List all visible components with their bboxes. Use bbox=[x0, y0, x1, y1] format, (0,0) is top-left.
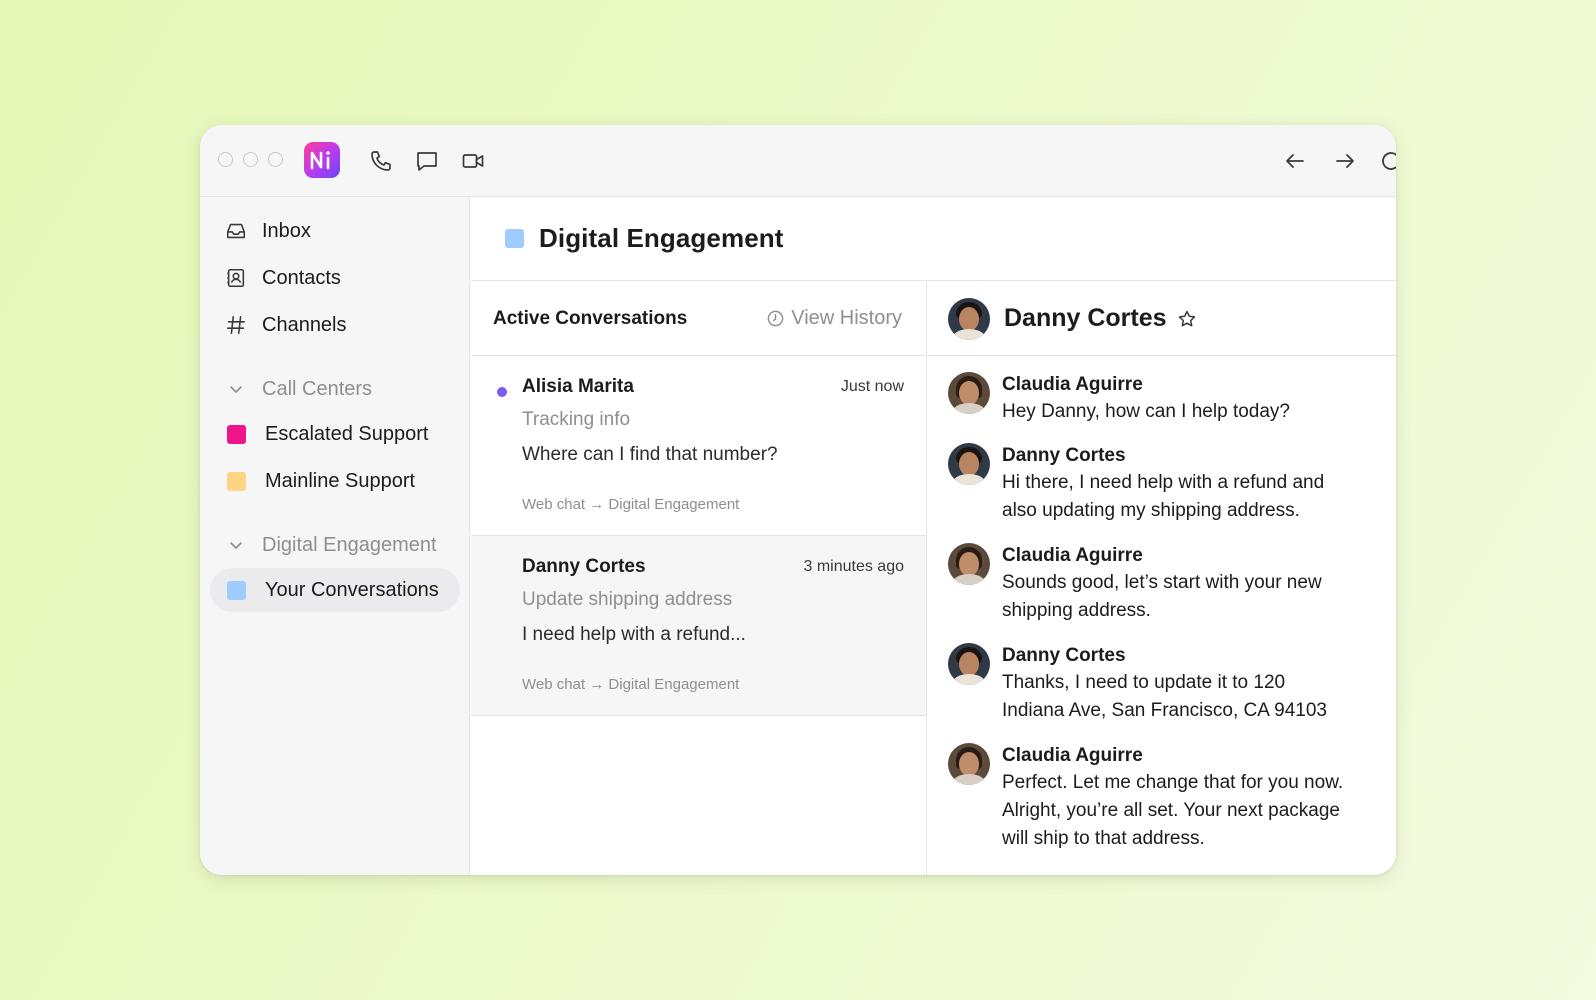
message-text: Hi there, I need help with a refund and … bbox=[1002, 472, 1325, 521]
minimize-window-button[interactable] bbox=[243, 152, 258, 167]
conversation-route: Web chat → Digital Engagement bbox=[522, 496, 740, 513]
chevron-down-icon bbox=[224, 537, 248, 553]
conversation-subject: Tracking info bbox=[522, 409, 631, 430]
chat-bubble-icon[interactable] bbox=[414, 148, 440, 174]
app-logo-icon bbox=[310, 151, 330, 170]
hash-icon bbox=[224, 313, 248, 337]
chat-message: Claudia Aguirre Perfect. Let me change t… bbox=[948, 743, 1376, 853]
conversation-name: Danny Cortes bbox=[522, 556, 646, 577]
view-history-button[interactable]: View History bbox=[766, 307, 902, 330]
conversation-item[interactable]: Danny Cortes 3 minutes ago Update shippi… bbox=[471, 536, 926, 716]
conversation-time: 3 minutes ago bbox=[803, 558, 904, 575]
section-label: Call Centers bbox=[262, 377, 373, 400]
sidebar: Inbox Contacts Channels Call Centers Esc… bbox=[200, 197, 470, 875]
conversation-route: Web chat → Digital Engagement bbox=[522, 676, 740, 693]
message-author: Danny Cortes bbox=[1002, 445, 1126, 466]
conversation-name: Alisia Marita bbox=[522, 376, 634, 397]
sidebar-item-label: Escalated Support bbox=[265, 422, 429, 445]
conversation-time: Just now bbox=[840, 378, 904, 395]
message-author: Danny Cortes bbox=[1002, 645, 1126, 666]
sidebar-item-contacts[interactable]: Contacts bbox=[210, 256, 460, 300]
message-author: Claudia Aguirre bbox=[1002, 374, 1143, 395]
conversation-preview: Where can I find that number? bbox=[522, 444, 778, 465]
section-digital-engagement[interactable]: Digital Engagement bbox=[210, 525, 460, 565]
video-icon[interactable] bbox=[460, 148, 486, 174]
refresh-icon[interactable] bbox=[1378, 148, 1396, 174]
avatar bbox=[948, 372, 990, 414]
color-swatch bbox=[227, 424, 246, 444]
page-title: Digital Engagement bbox=[539, 223, 784, 253]
arrow-left-icon[interactable] bbox=[1282, 148, 1308, 174]
sidebar-item-label: Contacts bbox=[262, 266, 341, 289]
close-window-button[interactable] bbox=[218, 152, 233, 167]
message-text: Perfect. Let me change that for you now.… bbox=[1002, 772, 1344, 849]
main-header: Digital Engagement bbox=[471, 197, 1396, 281]
color-swatch bbox=[227, 580, 246, 600]
conversation-item[interactable]: Alisia Marita Just now Tracking info Whe… bbox=[471, 356, 926, 536]
inbox-icon bbox=[224, 219, 248, 243]
message-text: Thanks, I need to update it to 120 India… bbox=[1002, 672, 1327, 721]
title-bar bbox=[200, 125, 1396, 197]
conversation-list-header: Active Conversations View History bbox=[471, 282, 926, 356]
message-text: Hey Danny, how can I help today? bbox=[1002, 401, 1290, 422]
avatar[interactable] bbox=[948, 297, 990, 340]
arrow-right-icon[interactable] bbox=[1332, 148, 1358, 174]
star-icon[interactable] bbox=[1177, 309, 1197, 329]
chat-header: Danny Cortes bbox=[928, 282, 1396, 356]
conversation-list: Active Conversations View History Alisia… bbox=[471, 282, 927, 875]
app-window: Inbox Contacts Channels Call Centers Esc… bbox=[200, 125, 1396, 875]
sidebar-item-mainline-support[interactable]: Mainline Support bbox=[210, 459, 460, 503]
color-swatch bbox=[227, 471, 246, 491]
chat-message: Claudia Aguirre Sounds good, let’s start… bbox=[948, 543, 1376, 625]
message-author: Claudia Aguirre bbox=[1002, 745, 1143, 766]
contacts-icon bbox=[224, 266, 248, 290]
window-controls bbox=[218, 152, 283, 167]
section-label: Digital Engagement bbox=[262, 533, 437, 556]
section-call-centers[interactable]: Call Centers bbox=[210, 369, 460, 409]
conversation-subject: Update shipping address bbox=[522, 589, 733, 610]
app-logo[interactable] bbox=[304, 142, 340, 178]
sidebar-item-label: Channels bbox=[262, 313, 347, 336]
sidebar-item-label: Inbox bbox=[262, 219, 311, 242]
sidebar-item-label: Mainline Support bbox=[265, 469, 416, 492]
color-swatch bbox=[505, 229, 524, 248]
avatar bbox=[948, 743, 990, 785]
unread-dot bbox=[497, 387, 507, 397]
chat-panel: Danny Cortes Claudia Aguirre Hey Danny, … bbox=[928, 282, 1396, 875]
maximize-window-button[interactable] bbox=[268, 152, 283, 167]
view-history-label: View History bbox=[791, 307, 902, 329]
chat-message: Danny Cortes Thanks, I need to update it… bbox=[948, 643, 1376, 725]
chat-message: Danny Cortes Hi there, I need help with … bbox=[948, 443, 1376, 525]
sidebar-item-inbox[interactable]: Inbox bbox=[210, 209, 460, 253]
chevron-down-icon bbox=[224, 381, 248, 397]
phone-icon[interactable] bbox=[368, 148, 394, 174]
sidebar-item-channels[interactable]: Channels bbox=[210, 303, 460, 347]
clock-icon bbox=[767, 310, 784, 327]
chat-contact-name: Danny Cortes bbox=[1004, 304, 1167, 332]
sidebar-item-label: Your Conversations bbox=[265, 578, 439, 601]
sidebar-item-escalated-support[interactable]: Escalated Support bbox=[210, 412, 460, 456]
avatar bbox=[948, 643, 990, 685]
sidebar-item-your-conversations[interactable]: Your Conversations bbox=[210, 568, 460, 612]
message-text: Sounds good, let’s start with your new s… bbox=[1002, 572, 1322, 621]
chat-message: Claudia Aguirre Hey Danny, how can I hel… bbox=[948, 372, 1376, 426]
avatar bbox=[948, 543, 990, 585]
avatar bbox=[948, 443, 990, 485]
message-author: Claudia Aguirre bbox=[1002, 545, 1143, 566]
conversation-preview: I need help with a refund... bbox=[522, 624, 746, 645]
conversation-list-title: Active Conversations bbox=[493, 307, 688, 329]
